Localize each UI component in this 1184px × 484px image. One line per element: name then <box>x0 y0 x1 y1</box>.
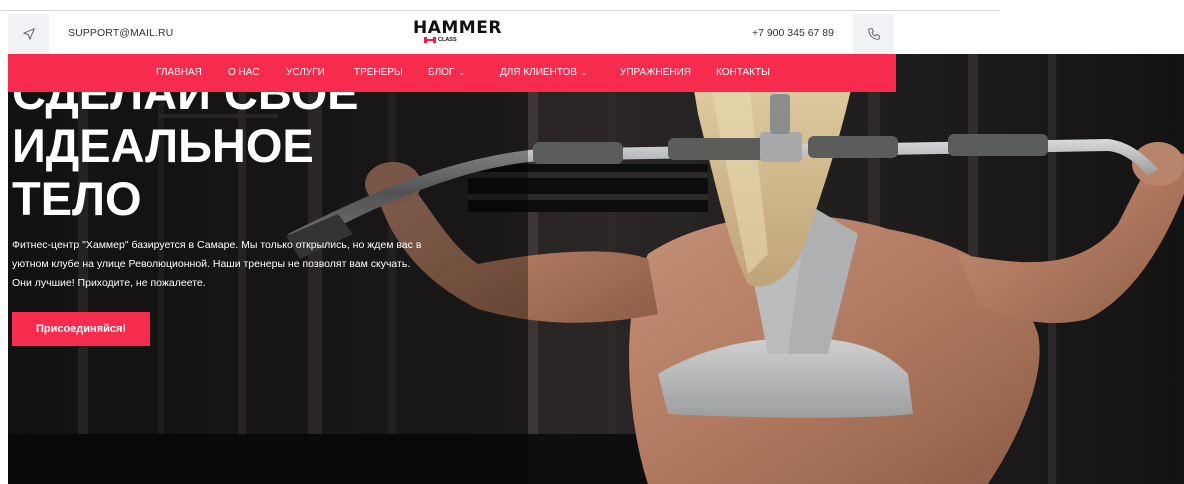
chevron-down-icon: ⌄ <box>580 68 588 77</box>
hero-description: Фитнес-центр "Хаммер" базируется в Самар… <box>12 239 422 289</box>
nav-item-services[interactable]: УСЛУГИ <box>286 67 325 78</box>
location-arrow-icon <box>22 28 35 40</box>
logo[interactable]: HAMMER CLASS <box>413 20 502 43</box>
dumbbell-icon <box>424 37 436 43</box>
phone-icon <box>867 28 880 40</box>
logo-title: HAMMER <box>413 18 502 38</box>
join-button[interactable]: Присоединяйся! <box>12 312 150 346</box>
nav-item-for-clients[interactable]: ДЛЯ КЛИЕНТОВ ⌄ <box>500 67 588 78</box>
nav-item-blog-label: БЛОГ <box>428 67 455 78</box>
chevron-down-icon: ⌄ <box>458 68 466 77</box>
top-bar: SUPPORT@MAIL.RU HAMMER CLASS +7 900 345 … <box>8 14 896 54</box>
main-navigation: ГЛАВНАЯ О НАС УСЛУГИ ТРЕНЕРЫ БЛОГ ⌄ ДЛЯ К… <box>8 54 896 92</box>
support-email-link[interactable]: SUPPORT@MAIL.RU <box>68 27 173 39</box>
logo-subtitle-text: CLASS <box>438 37 457 43</box>
hero-headline-line-3: ТЕЛО <box>12 172 142 225</box>
hero-content: СДЕЛАЙ СВОЕ ИДЕАЛЬНОЕ ТЕЛО Фитнес-центр … <box>12 66 432 293</box>
nav-item-exercises[interactable]: УПРАЖНЕНИЯ <box>620 67 691 78</box>
nav-item-about[interactable]: О НАС <box>228 67 259 78</box>
phone-button[interactable] <box>853 14 894 54</box>
location-arrow-button[interactable] <box>8 14 49 54</box>
nav-item-for-clients-label: ДЛЯ КЛИЕНТОВ <box>500 67 577 78</box>
nav-item-trainers[interactable]: ТРЕНЕРЫ <box>354 67 403 78</box>
nav-item-contacts[interactable]: КОНТАКТЫ <box>716 67 770 78</box>
phone-number-link[interactable]: +7 900 345 67 89 <box>752 27 834 39</box>
nav-item-blog[interactable]: БЛОГ ⌄ <box>428 67 465 78</box>
nav-item-home[interactable]: ГЛАВНАЯ <box>156 67 202 78</box>
top-divider <box>0 10 1000 11</box>
hero-headline-line-2: ИДЕАЛЬНОЕ <box>12 119 314 172</box>
